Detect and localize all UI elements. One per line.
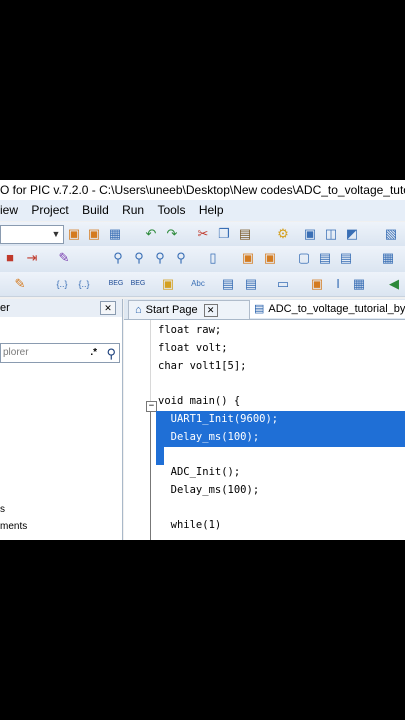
braces-icon[interactable]: {..} [54, 276, 70, 292]
close-icon[interactable]: ✕ [203, 303, 218, 317]
panel-header: er ✕ [0, 299, 122, 317]
find-prev-icon[interactable]: ⚲ [152, 250, 168, 266]
toolbar-edit: ■ ⇥ ✎ ⚲ ⚲ ⚲ ⚲ ▯ ▣ ▣ ▢ ▤ ▤ ▦ [0, 246, 405, 272]
code-line: char volt1[5]; [158, 360, 247, 372]
redo-icon[interactable]: ↷ [164, 226, 180, 242]
abc-icon[interactable]: Abc [190, 276, 206, 292]
menu-help[interactable]: Help [199, 200, 224, 221]
stop-icon[interactable]: ■ [2, 250, 18, 266]
tab-start-page[interactable]: ⌂ Start Page ✕ [128, 300, 250, 319]
open-project-icon[interactable]: ▣ [86, 226, 102, 242]
chevron-down-icon: ▼ [51, 229, 61, 239]
code-line: while(1) [158, 519, 222, 531]
code-line: UART1_Init(9600); [158, 413, 279, 425]
back-icon[interactable]: ◀ [386, 276, 402, 292]
ide-window: O for PIC v.7.2.0 - C:\Users\uneeb\Deskt… [0, 180, 405, 540]
search-placeholder: plorer [3, 347, 29, 358]
tab-source-file[interactable]: ▤ADC_to_voltage_tutorial_by_lear [250, 300, 405, 318]
paste-icon[interactable]: ▤ [237, 226, 253, 242]
bookmark-next-icon[interactable]: ▣ [262, 250, 278, 266]
document-icon[interactable]: ▯ [205, 250, 221, 266]
code-line: Delay_ms(100); [158, 484, 260, 496]
open-file-icon[interactable]: ▣ [66, 226, 82, 242]
comment-icon[interactable]: ▦ [380, 250, 396, 266]
menu-bar: iew Project Build Run Tools Help [0, 200, 405, 221]
selection-highlight [156, 447, 164, 465]
code-editor[interactable]: − float raw; float volt; char volt1[5]; … [124, 320, 405, 540]
editor-gutter [124, 320, 151, 540]
search-icon[interactable]: ⚲ [106, 345, 116, 363]
braces-alt-icon[interactable]: {..} [76, 276, 92, 292]
begin-end-alt-icon[interactable]: BEG [130, 276, 146, 292]
title-bar: O for PIC v.7.2.0 - C:\Users\uneeb\Deskt… [0, 180, 405, 200]
tab-label: ADC_to_voltage_tutorial_by_lear [268, 303, 405, 315]
lcd-icon[interactable]: ▣ [309, 276, 325, 292]
toolbar-tools: ✎ {..} {..} BEG BEG ▣ Abc ▤ ▤ ▭ ▣ I ▦ ◀ [0, 272, 405, 297]
copy-icon[interactable]: ❐ [216, 226, 232, 242]
list-item[interactable]: ments [0, 521, 27, 532]
menu-run[interactable]: Run [122, 200, 144, 221]
save-icon[interactable]: ▦ [107, 226, 123, 242]
wizard-icon[interactable]: ✎ [56, 250, 72, 266]
indent-icon[interactable]: ▤ [317, 250, 333, 266]
search-input[interactable]: plorer .* ⚲ [0, 343, 120, 363]
debug-icon[interactable]: ◫ [323, 226, 339, 242]
fold-line [150, 406, 151, 540]
build-icon[interactable]: ⚙ [275, 226, 291, 242]
list-icon[interactable]: ▤ [220, 276, 236, 292]
replace-icon[interactable]: ⚲ [173, 250, 189, 266]
undo-icon[interactable]: ↶ [143, 226, 159, 242]
menu-tools[interactable]: Tools [157, 200, 185, 221]
code-line: float volt; [158, 342, 228, 354]
find-icon[interactable]: ⚲ [110, 250, 126, 266]
code-line: Delay_ms(100); [158, 431, 260, 443]
menu-build[interactable]: Build [82, 200, 109, 221]
close-icon[interactable]: ✕ [100, 301, 116, 315]
memory-icon[interactable]: ◩ [344, 226, 360, 242]
bookmark-icon[interactable]: ▣ [240, 250, 256, 266]
list-alt-icon[interactable]: ▤ [243, 276, 259, 292]
configuration-combo[interactable]: ▼ [0, 225, 64, 244]
terminal-icon[interactable]: ▭ [275, 276, 291, 292]
toolbar-main: ▼ ▣ ▣ ▦ ↶ ↷ ✂ ❐ ▤ ⚙ ▣ ◫ ◩ ▧ [0, 222, 405, 247]
glcd-icon[interactable]: ▦ [351, 276, 367, 292]
tools-icon[interactable]: ▧ [383, 226, 399, 242]
code-line: ADC_Init(); [158, 466, 241, 478]
editor-tabs: ⌂ Start Page ✕ ▤ ADC_to_voltage_tutorial_by… [124, 299, 405, 320]
tab-label: Start Page [145, 304, 198, 316]
menu-project[interactable]: Project [31, 200, 68, 221]
begin-end-icon[interactable]: BEG [108, 276, 124, 292]
find-next-icon[interactable]: ⚲ [131, 250, 147, 266]
goto-icon[interactable]: ▢ [296, 250, 312, 266]
program-icon[interactable]: ▣ [302, 226, 318, 242]
window-title: O for PIC v.7.2.0 - C:\Users\uneeb\Deskt… [0, 183, 405, 197]
outdent-icon[interactable]: ▤ [338, 250, 354, 266]
cut-icon[interactable]: ✂ [195, 226, 211, 242]
exit-icon[interactable]: ⇥ [24, 250, 40, 266]
list-item[interactable]: s [0, 504, 5, 515]
new-file-icon[interactable]: ▣ [160, 276, 176, 292]
menu-view[interactable]: iew [0, 200, 18, 221]
edit-project-icon[interactable]: ✎ [12, 276, 28, 292]
code-line: void main() { [158, 395, 241, 407]
regex-toggle[interactable]: .* [90, 344, 97, 362]
home-icon: ⌂ [135, 304, 142, 316]
italic-icon[interactable]: I [330, 276, 346, 292]
file-icon: ▤ [254, 303, 265, 315]
panel-title: er [0, 302, 10, 314]
code-line: float raw; [158, 324, 222, 336]
project-explorer-panel: er ✕ plorer .* ⚲ s ments [0, 299, 123, 540]
